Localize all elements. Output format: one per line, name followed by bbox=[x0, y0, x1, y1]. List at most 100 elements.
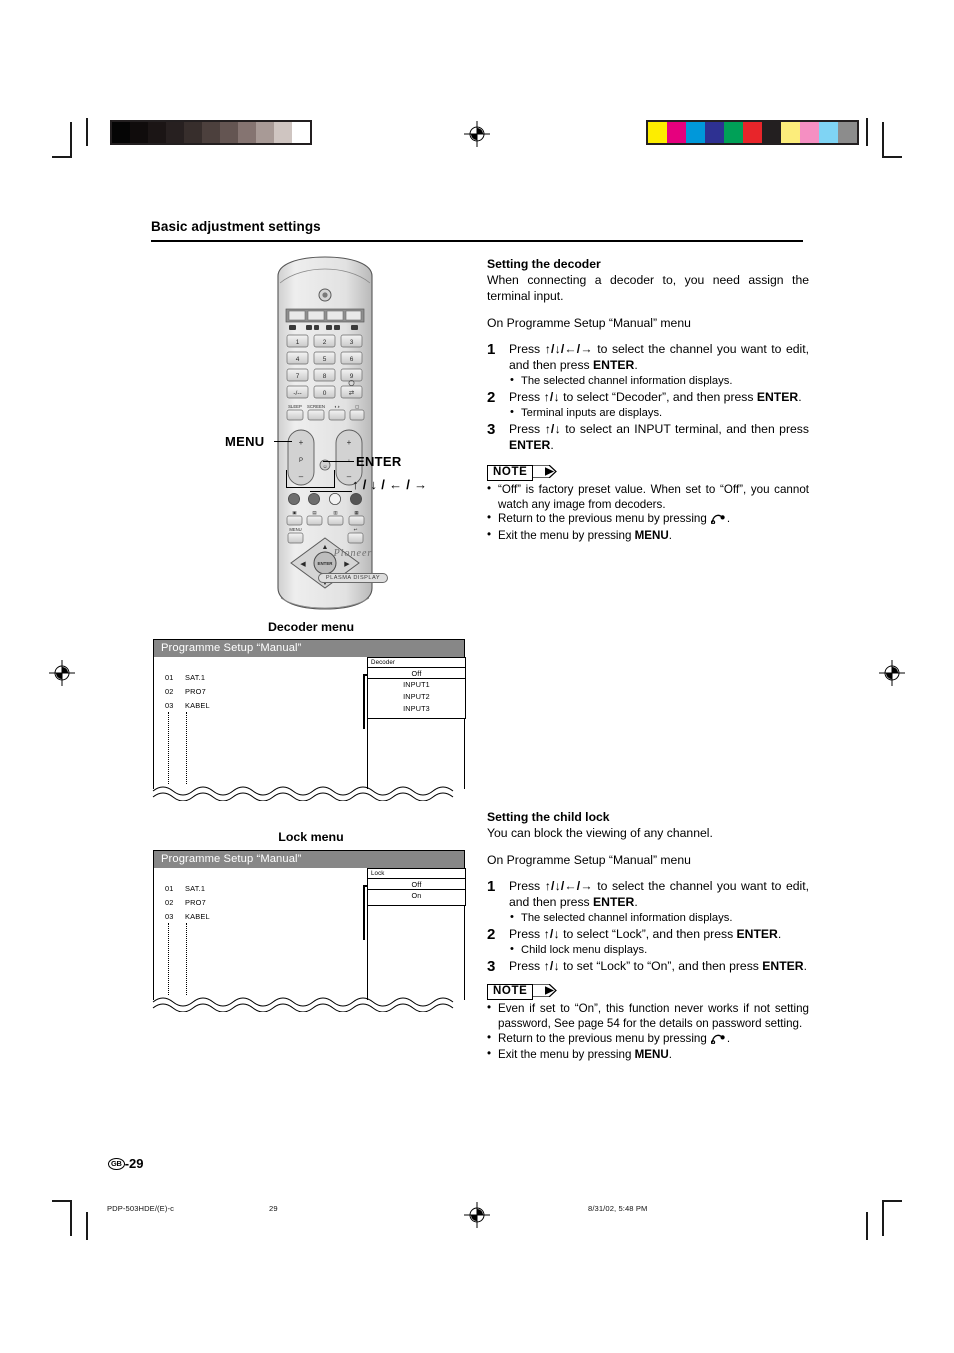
svg-text:▢: ▢ bbox=[355, 404, 359, 409]
note-item-text: Return to the previous menu by pressing bbox=[498, 512, 707, 526]
step-text-tail: . bbox=[798, 390, 802, 404]
color-swatch bbox=[762, 122, 781, 143]
step-text-mid: to select an INPUT terminal, and then pr… bbox=[560, 422, 809, 437]
step-text-mid: to select “Decoder”, and then press bbox=[559, 390, 757, 404]
submenu-option-input1[interactable]: INPUT1 bbox=[368, 679, 465, 691]
submenu-option-input3[interactable]: INPUT3 bbox=[368, 703, 465, 715]
enter-key-bold: ENTER bbox=[762, 959, 804, 974]
crop-mark-bottom-left-v bbox=[70, 1200, 72, 1236]
decoder-step-1: 1 Press ↑/↓/←/→ to select the channel yo… bbox=[487, 340, 809, 388]
gray-swatch bbox=[274, 122, 292, 143]
gray-swatch bbox=[256, 122, 274, 143]
channel-name: SAT.1 bbox=[185, 884, 206, 893]
color-swatch bbox=[819, 122, 838, 143]
lock-note-badge: NOTE bbox=[487, 983, 557, 1000]
step-text-tail: . bbox=[777, 927, 782, 942]
callout-dpad-bracket-v-left bbox=[286, 470, 288, 488]
step-text-mid: to set “Lock” to “On”, and then press bbox=[559, 959, 763, 974]
return-key-icon bbox=[710, 1033, 727, 1049]
note-item: Exit the menu by pressing MENU. bbox=[487, 1047, 809, 1063]
step-number: 1 bbox=[487, 878, 496, 896]
decoder-note-list: “Off” is factory preset value. When set … bbox=[487, 482, 809, 544]
channel-number-continuation-dots bbox=[168, 923, 170, 995]
svg-text:9: 9 bbox=[350, 373, 354, 380]
decoder-figure-torn-edge bbox=[150, 779, 470, 806]
arrow-keys-glyph: ↑/↓ bbox=[543, 390, 560, 404]
page-number: GB -29 bbox=[108, 1156, 143, 1171]
color-swatch bbox=[781, 122, 800, 143]
note-item-period: . bbox=[726, 512, 731, 526]
decoder-submenu-panel: Decoder Off INPUT1 INPUT2 INPUT3 bbox=[367, 657, 466, 719]
channel-number: 01 bbox=[165, 673, 174, 682]
lock-menu-caption: Lock menu bbox=[278, 830, 344, 844]
arrow-keys-glyph: ↑/↓ bbox=[543, 927, 560, 942]
enter-key-bold: ENTER bbox=[509, 438, 551, 453]
decoder-step-2: 2 Press ↑/↓ to select “Decoder”, and the… bbox=[487, 389, 809, 420]
arrow-keys-glyph: ↑/↓/←/→ bbox=[544, 879, 593, 894]
step-text-lead: Press bbox=[509, 390, 544, 404]
channel-name-continuation-dots bbox=[186, 712, 188, 784]
crop-mark-bottom-left-bleed bbox=[86, 1212, 88, 1240]
step-text-lead: Press bbox=[509, 341, 545, 356]
channel-number: 03 bbox=[165, 912, 174, 921]
submenu-title: Decoder bbox=[371, 659, 396, 666]
registration-mark-right bbox=[879, 660, 905, 686]
step-body: Press ↑/↓/←/→ to select the channel you … bbox=[509, 342, 809, 374]
step-body: Press ↑/↓ to select “Lock”, and then pre… bbox=[509, 927, 809, 943]
lock-note-list: Even if set to “On”, this function never… bbox=[487, 1001, 809, 1063]
callout-dpad-label: ↑ / ↓ / ← / → bbox=[352, 477, 428, 492]
channel-row: 01 SAT.1 bbox=[165, 884, 205, 893]
step-number: 1 bbox=[487, 340, 496, 358]
channel-number: 02 bbox=[165, 687, 174, 696]
decoder-context: On Programme Setup “Manual” menu bbox=[487, 316, 691, 331]
channel-row: 01 SAT.1 bbox=[165, 673, 205, 682]
channel-name: SAT.1 bbox=[185, 673, 206, 682]
svg-text:▦: ▦ bbox=[354, 510, 359, 515]
step-text-tail: . bbox=[803, 959, 807, 974]
callout-dpad-bracket-h bbox=[286, 487, 335, 489]
svg-text:–: – bbox=[299, 472, 304, 481]
registration-mark-top bbox=[464, 121, 490, 147]
footer-folio: 29 bbox=[269, 1204, 278, 1213]
return-key-icon bbox=[710, 513, 727, 529]
svg-text:◐◑: ◐◑ bbox=[334, 404, 340, 409]
svg-text:▥: ▥ bbox=[333, 510, 338, 515]
osd-title-bar: Programme Setup “Manual” bbox=[154, 851, 464, 868]
step-number: 2 bbox=[487, 389, 496, 406]
svg-text:8: 8 bbox=[323, 373, 327, 380]
step-text-tail: . bbox=[634, 357, 638, 372]
note-item: Return to the previous menu by pressing … bbox=[487, 1031, 809, 1049]
page-title: Basic adjustment settings bbox=[151, 219, 321, 234]
submenu-option-input2[interactable]: INPUT2 bbox=[368, 691, 465, 703]
callout-menu-leader bbox=[274, 441, 292, 443]
crop-mark-top-left-bleed bbox=[86, 118, 88, 146]
gray-swatch bbox=[130, 122, 148, 143]
submenu-option-off[interactable]: Off bbox=[367, 667, 466, 679]
channel-row: 02 PRO7 bbox=[165, 898, 206, 907]
arrow-keys-glyph: ↑/↓ bbox=[544, 422, 561, 437]
crop-mark-bottom-right-h bbox=[883, 1200, 902, 1202]
color-calibration-bar bbox=[646, 120, 859, 145]
menu-key-bold: MENU bbox=[634, 529, 669, 543]
lock-osd-screen: Programme Setup “Manual” 01 SAT.1 02 PRO7 … bbox=[153, 850, 466, 1000]
crop-mark-top-left-h bbox=[52, 156, 71, 158]
crop-mark-bottom-right-bleed bbox=[866, 1212, 868, 1240]
channel-name: KABEL bbox=[185, 912, 210, 921]
step-text-lead: Press bbox=[509, 959, 544, 974]
submenu-title: Lock bbox=[371, 870, 385, 877]
enter-key-bold: ENTER bbox=[593, 357, 635, 372]
arrow-keys-glyph: ↑/↓/←/→ bbox=[544, 341, 593, 356]
gray-swatch bbox=[238, 122, 256, 143]
submenu-option-on[interactable]: On bbox=[368, 890, 465, 902]
lock-step-2: 2 Press ↑/↓ to select “Lock”, and then p… bbox=[487, 926, 809, 957]
channel-row: 03 KABEL bbox=[165, 701, 210, 710]
registration-mark-bottom bbox=[464, 1202, 490, 1228]
gray-swatch bbox=[148, 122, 166, 143]
note-item-text: Exit the menu by pressing bbox=[498, 529, 632, 543]
note-item: Even if set to “On”, this function never… bbox=[487, 1001, 809, 1031]
channel-number: 02 bbox=[165, 898, 174, 907]
remote-brand-wordmark: Pioneer bbox=[333, 548, 373, 559]
channel-number: 01 bbox=[165, 884, 174, 893]
svg-text:-/--: -/-- bbox=[293, 390, 301, 397]
submenu-option-off[interactable]: Off bbox=[367, 878, 466, 890]
